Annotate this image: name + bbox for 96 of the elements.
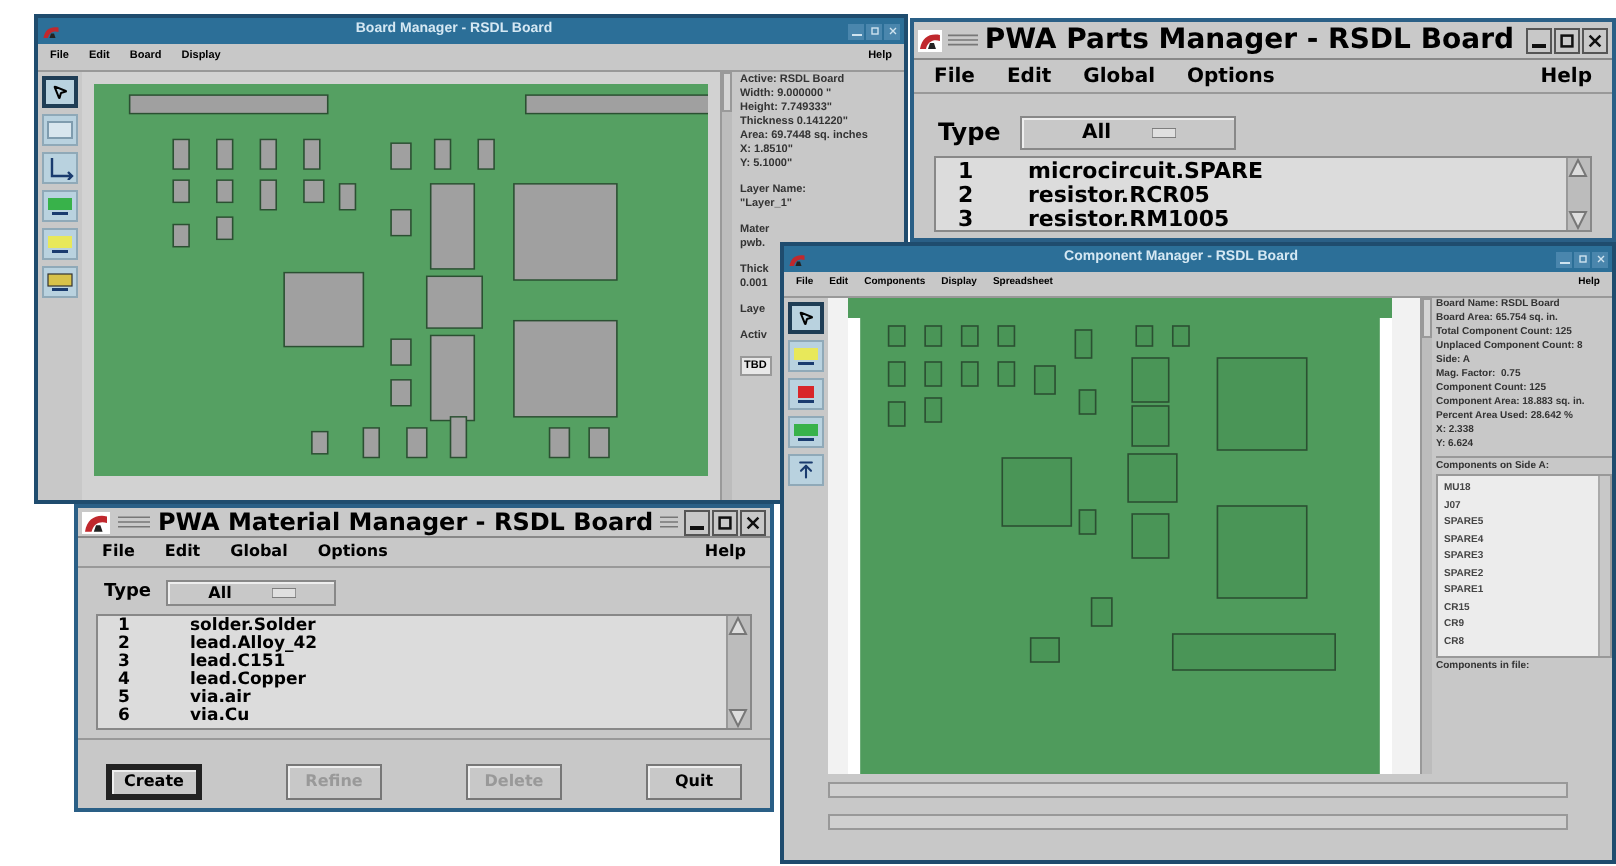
minimize-icon <box>1559 261 1569 263</box>
row-number: 2 <box>116 635 132 653</box>
list-item[interactable]: microcircuit.SPARE <box>1028 160 1263 184</box>
window-menu-icon[interactable] <box>947 32 979 48</box>
row-number: 1 <box>956 160 976 184</box>
component-icon <box>792 384 820 404</box>
dropdown-indicator-icon <box>271 588 296 599</box>
tool-button[interactable] <box>788 302 824 334</box>
action-button[interactable]: Create <box>106 763 202 799</box>
tool-button[interactable] <box>42 266 78 298</box>
type-label: Type <box>104 580 151 606</box>
window-menu-icon[interactable] <box>116 514 152 530</box>
close-button[interactable] <box>740 509 766 535</box>
component-icon <box>792 422 820 442</box>
type-dropdown[interactable]: All <box>1020 115 1237 149</box>
scroll-up-icon[interactable] <box>1568 158 1588 178</box>
scrollbar[interactable] <box>828 782 1568 798</box>
window-title: PWA Parts Manager - RSDL Board <box>984 21 1514 59</box>
upload-icon <box>796 460 816 480</box>
close-icon <box>1595 254 1605 264</box>
component-icon <box>792 346 820 366</box>
scrollbar[interactable] <box>726 615 750 727</box>
scrollbar[interactable] <box>1566 158 1590 230</box>
row-number: 3 <box>116 653 132 671</box>
tool-button[interactable] <box>788 340 824 372</box>
axes-icon <box>46 156 74 180</box>
window-title: PWA Material Manager - RSDL Board <box>158 506 654 540</box>
tool-button[interactable] <box>42 76 78 108</box>
scrollbar[interactable] <box>1420 298 1432 774</box>
component-icon <box>46 234 74 254</box>
minimize-icon <box>1532 43 1546 47</box>
dropdown-indicator-icon <box>1151 127 1176 137</box>
list-item[interactable]: resistor.RM1005 <box>1028 208 1230 232</box>
close-icon <box>744 513 762 531</box>
menu-item[interactable]: Edit <box>1006 61 1052 91</box>
menu-item[interactable]: Global <box>1083 61 1156 91</box>
app-logo-icon <box>788 251 806 267</box>
scrollbar[interactable] <box>720 72 732 500</box>
list-item[interactable]: lead.Alloy_42 <box>190 635 318 653</box>
type-dropdown[interactable]: All <box>166 580 337 607</box>
maximize-icon <box>716 513 734 531</box>
list-item[interactable]: via.Cu <box>190 707 250 725</box>
pointer-icon <box>52 84 68 100</box>
scroll-down-icon[interactable] <box>728 707 748 727</box>
tool-button[interactable] <box>788 416 824 448</box>
maximize-button[interactable] <box>1554 27 1580 53</box>
component-icon <box>46 272 74 292</box>
minimize-icon <box>851 33 861 35</box>
app-logo-icon <box>918 29 942 51</box>
component-icon <box>46 196 74 216</box>
frame-icon <box>46 120 74 140</box>
row-number: 3 <box>956 208 976 232</box>
menu-item[interactable]: Edit <box>164 540 201 564</box>
tool-button[interactable] <box>788 378 824 410</box>
tool-button[interactable] <box>42 152 78 184</box>
list-box[interactable]: 1 solder.Solder 2 lead.Alloy_42 3 lead.C151 4 lead.Copper 5 via.air 6 via.Cu <box>96 613 752 729</box>
close-button[interactable] <box>1582 27 1608 53</box>
maximize-icon <box>1577 254 1587 264</box>
row-number: 6 <box>116 707 132 725</box>
menu-item[interactable]: Help <box>1540 61 1592 91</box>
list-item[interactable]: resistor.RCR05 <box>1028 184 1210 208</box>
action-button[interactable]: Quit <box>646 763 742 799</box>
tool-button[interactable] <box>788 454 824 486</box>
close-icon <box>887 26 897 36</box>
minimize-icon <box>690 525 704 529</box>
maximize-icon <box>869 26 879 36</box>
tool-button[interactable] <box>42 228 78 260</box>
scroll-down-icon[interactable] <box>1568 210 1588 230</box>
menu-item[interactable]: File <box>934 61 975 91</box>
close-icon <box>1586 31 1604 49</box>
maximize-icon <box>1558 31 1576 49</box>
list-item[interactable]: lead.Copper <box>190 671 306 689</box>
menu-item[interactable]: Global <box>230 540 288 564</box>
minimize-button[interactable] <box>684 509 710 535</box>
row-number: 5 <box>116 689 132 707</box>
list-item[interactable]: via.air <box>190 689 251 707</box>
menu-item[interactable]: Help <box>704 540 746 564</box>
list-item[interactable]: solder.Solder <box>190 617 316 635</box>
menu-item[interactable]: Options <box>317 540 388 564</box>
maximize-button[interactable] <box>712 509 738 535</box>
row-number: 4 <box>116 671 132 689</box>
minimize-button[interactable] <box>1526 27 1552 53</box>
app-logo-icon <box>42 23 60 39</box>
scrollbar[interactable] <box>828 814 1568 830</box>
row-number: 2 <box>956 184 976 208</box>
type-label: Type <box>938 116 1001 150</box>
pointer-icon <box>798 310 814 326</box>
menu-item[interactable]: Options <box>1187 61 1275 91</box>
list-item[interactable]: lead.C151 <box>190 653 286 671</box>
scroll-up-icon[interactable] <box>728 615 748 635</box>
list-box[interactable]: 1 microcircuit.SPARE 2 resistor.RCR05 3 resistor.RM1005 <box>934 156 1592 232</box>
title-stripes-icon <box>659 514 678 530</box>
app-logo-icon <box>82 511 110 533</box>
row-number: 1 <box>116 617 132 635</box>
tool-button[interactable] <box>42 190 78 222</box>
menu-item[interactable]: File <box>102 540 135 564</box>
